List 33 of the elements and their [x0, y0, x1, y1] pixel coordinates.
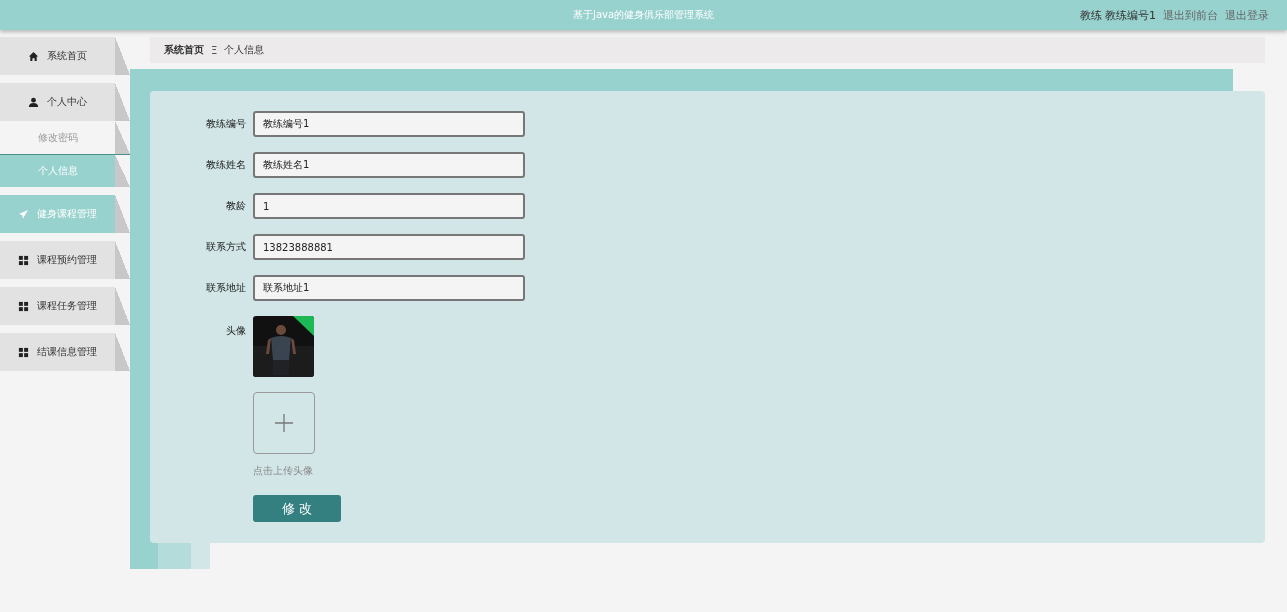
person-icon: [28, 96, 39, 108]
breadcrumb-item[interactable]: 系统首页: [164, 43, 204, 57]
grid-icon: [18, 254, 29, 266]
menu-item[interactable]: 系统首页: [0, 37, 130, 75]
field-label: 头像: [225, 324, 246, 338]
field-label: 教练编号: [205, 117, 246, 131]
field-label: 联系地址: [205, 281, 246, 295]
menu-item[interactable]: 结课信息管理: [0, 333, 130, 371]
input-field[interactable]: 教练编号1: [253, 111, 525, 137]
input-field[interactable]: 教练姓名1: [253, 152, 525, 178]
header-link[interactable]: 退出登录: [1225, 7, 1269, 23]
field-label: 教练姓名: [205, 158, 246, 172]
breadcrumb-separator: Ξ: [211, 44, 218, 56]
menu-item[interactable]: 课程预约管理: [0, 241, 130, 279]
submit-button[interactable]: 修 改: [253, 495, 341, 522]
field-label: 教龄: [225, 199, 246, 213]
input-field[interactable]: 13823888881: [253, 234, 525, 260]
plus-icon: [274, 413, 294, 433]
breadcrumb-item: 个人信息: [224, 43, 265, 57]
paper-plane-icon: [18, 208, 29, 220]
home-icon: [28, 50, 39, 62]
upload-hint: 点击上传头像: [253, 464, 313, 478]
menu-item[interactable]: 课程任务管理: [0, 287, 130, 325]
system-title: 基于Java的健身俱乐部管理系统: [572, 8, 715, 22]
field-label: 联系方式: [205, 240, 246, 254]
input-field[interactable]: 联系地址1: [253, 275, 525, 301]
input-field[interactable]: 1: [253, 193, 525, 219]
grid-icon: [18, 300, 29, 312]
grid-icon: [18, 346, 29, 358]
menu-item[interactable]: 个人中心: [0, 83, 130, 121]
user-label: 教练 教练编号1: [1079, 7, 1156, 23]
upload-button[interactable]: [253, 392, 315, 454]
header-link[interactable]: 退出到前台: [1163, 7, 1218, 23]
